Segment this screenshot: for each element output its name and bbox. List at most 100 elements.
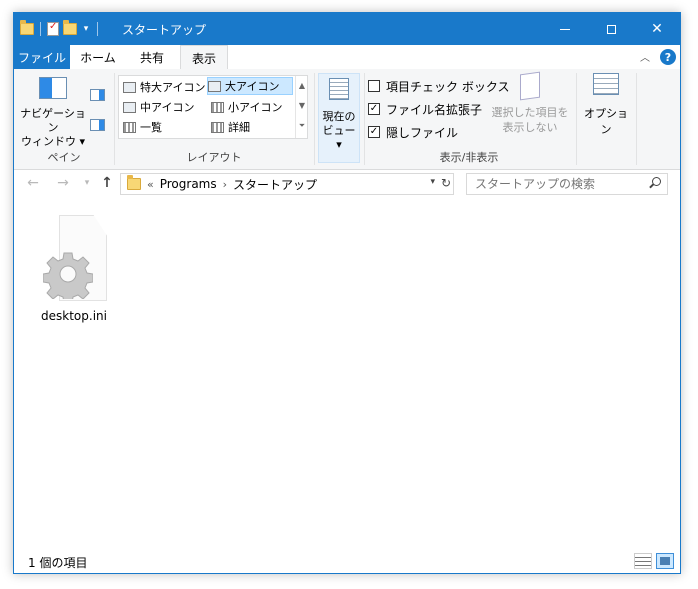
help-icon[interactable]: ? <box>660 49 676 65</box>
tab-share[interactable]: 共有 <box>126 45 178 69</box>
file-item[interactable]: desktop.ini <box>32 215 116 323</box>
breadcrumb-overflow[interactable]: « <box>147 178 154 191</box>
current-view-label-1: 現在の <box>322 110 356 123</box>
layout-gallery: 特大アイコン 大アイコン 中アイコン 小アイコン 一覧 詳細 ▲ ▼ ⏷ <box>118 75 308 139</box>
hidden-items-checkbox[interactable]: ✓ <box>368 126 380 138</box>
scroll-up-icon[interactable]: ▲ <box>296 76 308 96</box>
details-view-icon[interactable] <box>634 553 652 569</box>
recent-locations-icon[interactable]: ▾ <box>78 178 96 188</box>
hide-selected-label-2: 表示しない <box>502 121 558 134</box>
address-bar[interactable]: « Programs › スタートアップ ▾ ↻ <box>120 173 454 195</box>
gallery-expand-icon[interactable]: ⏷ <box>296 116 308 136</box>
nav-pane-label-1: ナビゲーション <box>20 107 86 134</box>
current-view-button[interactable]: 現在の ビュー ▾ <box>318 73 360 163</box>
group-label-layout: レイアウト <box>186 151 242 164</box>
layout-label: 特大アイコン <box>140 81 206 94</box>
customize-dropdown-icon[interactable]: ▾ <box>81 24 91 34</box>
list-icon <box>123 121 136 133</box>
options-label: オプション <box>584 107 628 136</box>
preview-pane-icon[interactable] <box>90 89 105 101</box>
hidden-items-label: 隠しファイル <box>386 125 459 140</box>
hide-selected-items-button[interactable]: 選択した項目を 表示しない <box>488 71 572 135</box>
hide-selected-label-1: 選択した項目を <box>491 106 569 119</box>
layout-extra-large-icons[interactable]: 特大アイコン <box>123 78 205 96</box>
gear-icon <box>43 252 93 299</box>
layout-medium-icons[interactable]: 中アイコン <box>123 98 194 116</box>
item-count: 1 個の項目 <box>28 556 88 570</box>
forward-icon[interactable]: → <box>54 175 72 191</box>
options-icon <box>593 73 619 95</box>
nav-pane-label-2: ウィンドウ ▾ <box>20 135 86 148</box>
layout-gallery-scroll: ▲ ▼ ⏷ <box>295 76 308 138</box>
file-name: desktop.ini <box>41 309 107 323</box>
back-icon[interactable]: ← <box>24 175 42 191</box>
layout-label: 一覧 <box>140 121 162 134</box>
up-icon[interactable]: ↑ <box>98 175 116 191</box>
tab-view[interactable]: 表示 <box>180 45 228 70</box>
layout-label: 詳細 <box>228 121 250 134</box>
minimize-button[interactable] <box>542 13 588 45</box>
layout-label: 大アイコン <box>225 80 280 93</box>
ribbon-view: ナビゲーション ウィンドウ ▾ ペイン 特大アイコン 大アイコン 中アイコン 小… <box>14 69 680 170</box>
search-icon[interactable] <box>652 177 661 186</box>
group-label-show-hide: 表示/非表示 <box>439 151 499 164</box>
file-list: desktop.ini <box>14 203 680 543</box>
maximize-icon <box>606 24 616 34</box>
ribbon-tabs: ファイル ホーム 共有 表示 ︿ ? <box>14 45 680 70</box>
qat-separator <box>40 22 41 36</box>
folder-icon <box>127 175 141 190</box>
file-extensions-toggle[interactable]: ✓ ファイル名拡張子 <box>368 100 482 118</box>
group-separator <box>314 73 315 165</box>
search-input[interactable] <box>473 176 647 192</box>
file-extensions-checkbox[interactable]: ✓ <box>368 103 380 115</box>
address-dropdown-icon[interactable]: ▾ <box>430 177 435 187</box>
tab-home[interactable]: ホーム <box>72 45 124 69</box>
close-icon: ✕ <box>651 21 663 37</box>
small-icons-icon <box>211 101 224 113</box>
details-pane-icon[interactable] <box>90 119 105 131</box>
hidden-items-toggle[interactable]: ✓ 隠しファイル <box>368 123 458 141</box>
sort-by-icon <box>329 78 349 100</box>
breadcrumb: « Programs › スタートアップ <box>121 175 317 193</box>
minimize-icon <box>560 28 570 30</box>
current-view-label-2: ビュー ▾ <box>322 124 356 151</box>
medium-icons-icon <box>123 101 136 113</box>
layout-label: 小アイコン <box>228 101 283 114</box>
status-bar: 1 個の項目 <box>14 549 680 573</box>
group-separator <box>114 73 115 165</box>
scroll-down-icon[interactable]: ▼ <box>296 96 308 116</box>
layout-list[interactable]: 一覧 <box>123 118 162 136</box>
navigation-pane-icon <box>39 77 67 99</box>
close-button[interactable]: ✕ <box>634 13 680 45</box>
item-checkboxes-checkbox[interactable] <box>368 80 380 92</box>
window-title: スタートアップ <box>122 23 207 37</box>
refresh-icon[interactable]: ↻ <box>441 176 451 190</box>
new-folder-icon[interactable] <box>63 20 77 35</box>
ribbon-collapse-icon[interactable]: ︿ <box>640 49 650 64</box>
qat-separator <box>97 22 98 36</box>
quick-access-toolbar: ▾ <box>20 19 100 39</box>
folder-icon <box>20 20 34 35</box>
large-icons-view-icon[interactable] <box>656 553 674 569</box>
layout-label: 中アイコン <box>140 101 195 114</box>
tab-file[interactable]: ファイル <box>14 45 70 69</box>
layout-small-icons[interactable]: 小アイコン <box>211 98 282 116</box>
large-icons-icon <box>208 80 221 92</box>
explorer-window: ▾ スタートアップ ✕ ファイル ホーム 共有 表示 ︿ ? ナビゲーション ウ… <box>13 12 681 574</box>
settings-file-icon <box>43 215 107 303</box>
breadcrumb-item[interactable]: スタートアップ <box>233 176 317 193</box>
options-button[interactable]: オプション <box>580 73 632 137</box>
maximize-button[interactable] <box>588 13 634 45</box>
chevron-right-icon[interactable]: › <box>223 178 227 191</box>
breadcrumb-item[interactable]: Programs <box>160 177 217 191</box>
group-separator <box>364 73 365 165</box>
extra-large-icons-icon <box>123 81 136 93</box>
layout-large-icons[interactable]: 大アイコン <box>207 77 293 95</box>
navigation-pane-button[interactable]: ナビゲーション ウィンドウ ▾ <box>20 77 86 149</box>
search-box[interactable] <box>466 173 668 195</box>
title-bar: ▾ スタートアップ ✕ <box>14 13 680 45</box>
layout-details[interactable]: 詳細 <box>211 118 250 136</box>
group-separator <box>636 73 637 165</box>
hide-selected-icon <box>520 71 540 101</box>
properties-icon[interactable] <box>47 21 59 36</box>
